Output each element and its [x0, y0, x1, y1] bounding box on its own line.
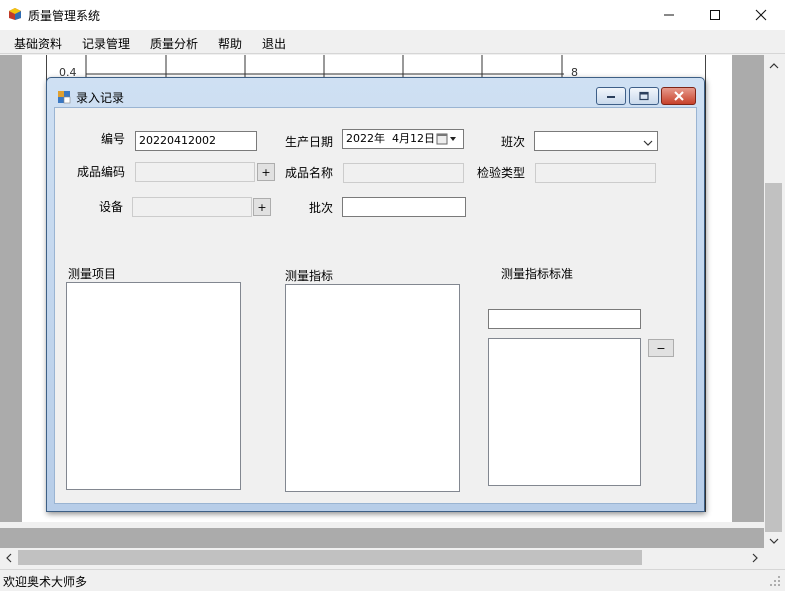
inspection-type-label: 检验类型 [477, 166, 526, 180]
number-label: 编号 [101, 132, 126, 146]
equipment-label: 设备 [99, 200, 124, 214]
menu-basic-data[interactable]: 基础资料 [14, 35, 62, 52]
scroll-left-button[interactable] [2, 549, 16, 567]
chevron-down-icon [643, 136, 653, 150]
menu-help[interactable]: 帮助 [218, 35, 242, 52]
close-button[interactable] [738, 0, 784, 30]
dialog-minimize-button[interactable] [596, 87, 626, 105]
horizontal-scrollbar-thumb[interactable] [18, 550, 642, 565]
indicator-standards-label: 测量指标标准 [501, 267, 574, 281]
product-code-input[interactable] [135, 162, 255, 182]
vertical-scrollbar-thumb[interactable] [765, 183, 782, 532]
minimize-button[interactable] [646, 0, 692, 30]
chevron-left-icon [6, 553, 12, 563]
equipment-input[interactable] [132, 197, 252, 217]
product-code-add-button[interactable]: + [257, 163, 275, 181]
measurement-items-label: 测量项目 [68, 267, 117, 281]
menu-quality-analysis[interactable]: 质量分析 [150, 35, 198, 52]
close-icon [673, 91, 684, 101]
dialog-title: 录入记录 [76, 91, 125, 105]
background-child-footer [0, 522, 764, 528]
menu-record-management[interactable]: 记录管理 [82, 35, 130, 52]
maximize-icon [710, 10, 720, 20]
chevron-down-icon [769, 538, 778, 544]
scroll-corner [764, 548, 785, 567]
remove-standard-button[interactable]: − [648, 339, 674, 357]
measurement-indicators-label: 测量指标 [285, 269, 334, 283]
menu-exit[interactable]: 退出 [262, 35, 286, 52]
resize-grip-icon[interactable] [768, 574, 782, 588]
production-date-value: 2022年 4月12日 [346, 132, 435, 145]
batch-label: 批次 [309, 201, 334, 215]
scroll-right-button[interactable] [748, 549, 762, 567]
close-icon [755, 9, 767, 21]
scroll-down-button[interactable] [764, 533, 783, 549]
chevron-right-icon [752, 553, 758, 563]
calendar-dropdown-button[interactable] [436, 132, 460, 146]
app-icon [8, 7, 22, 21]
production-date-label: 生产日期 [285, 135, 334, 149]
window-title: 质量管理系统 [28, 9, 101, 23]
number-input[interactable]: 20220412002 [135, 131, 257, 151]
inspection-type-input[interactable] [535, 163, 656, 183]
calendar-icon [436, 133, 456, 145]
measurement-indicators-list[interactable] [285, 284, 460, 492]
status-bar [0, 569, 785, 590]
equipment-add-button[interactable]: + [253, 198, 271, 216]
minimize-icon [664, 14, 674, 16]
shift-select[interactable] [534, 131, 658, 151]
indicator-standards-list[interactable] [488, 338, 641, 486]
product-name-input[interactable] [343, 163, 464, 183]
indicator-standard-input[interactable] [488, 309, 641, 329]
measurement-items-list[interactable] [66, 282, 241, 490]
shift-label: 班次 [501, 135, 526, 149]
scroll-up-button[interactable] [764, 58, 783, 74]
product-name-label: 成品名称 [285, 166, 334, 180]
product-code-label: 成品编码 [77, 165, 126, 179]
restore-icon [639, 91, 649, 101]
dialog-close-button[interactable] [661, 87, 696, 105]
status-text: 欢迎奥术大师多 [3, 575, 88, 589]
dialog-restore-button[interactable] [629, 87, 659, 105]
batch-input[interactable] [342, 197, 466, 217]
minimize-icon [607, 96, 615, 98]
maximize-button[interactable] [692, 0, 738, 30]
chevron-up-icon [769, 63, 778, 69]
dialog-form-icon [57, 90, 71, 104]
